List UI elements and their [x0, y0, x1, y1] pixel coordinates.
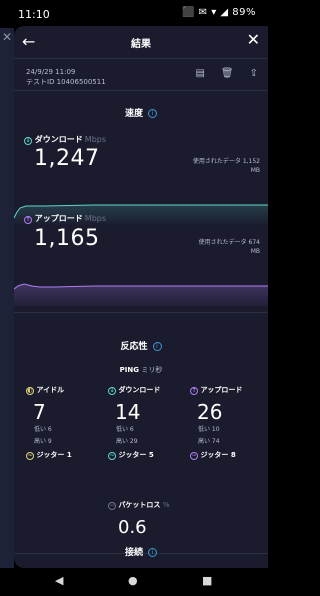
- share-icon[interactable]: ⇪: [250, 68, 258, 79]
- test-meta: 24/9/29 11:09 テストID 10406500511: [26, 67, 106, 87]
- speed-section-title: 速度 i: [14, 106, 268, 119]
- packet-loss-unit: %: [162, 501, 170, 509]
- upload-used-unit: MB: [250, 248, 260, 255]
- upload-label-text: アップロード: [34, 214, 83, 223]
- ping-upload: ↑ アップロード 26 低い 10 高い 74 ~ ジッター 8: [190, 385, 268, 460]
- connection-title-label: 接続: [124, 548, 143, 558]
- results-header: ← 結果 ✕: [14, 26, 268, 58]
- background-close-icon: ✕: [2, 30, 13, 44]
- ping-download-jitter: ~ ジッター 5: [108, 450, 188, 460]
- download-used-value: 1,152: [242, 158, 260, 165]
- jitter-icon: ~: [190, 452, 198, 460]
- upload-arrow-icon: ↑: [24, 216, 32, 224]
- ping-download-label-text: ダウンロード: [118, 386, 161, 394]
- idle-high: 高い 9: [34, 438, 52, 445]
- idle-label: ◐ アイドル: [26, 385, 106, 395]
- battery-percent: 89%: [232, 7, 256, 18]
- ping-download: ↓ ダウンロード 14 低い 6 高い 29 ~ ジッター 5: [108, 385, 188, 460]
- responsiveness-info-icon[interactable]: i: [152, 342, 162, 351]
- document-icon[interactable]: ▤: [195, 68, 204, 79]
- ping-unit: ミリ秒: [141, 366, 163, 374]
- download-used-unit: MB: [250, 167, 260, 174]
- packet-loss-icon: −: [108, 502, 116, 510]
- status-icons: ⬛ ✉ ▾ ◢ 89%: [182, 7, 256, 18]
- results-sheet: ← 結果 ✕ 24/9/29 11:09 テストID 10406500511 ▤…: [14, 26, 268, 568]
- status-system-icons: ⬛ ✉ ▾ ◢: [182, 7, 229, 18]
- ping-download-jitter-text: ジッター 5: [118, 451, 154, 459]
- back-nav-icon[interactable]: ◀: [55, 574, 63, 587]
- close-icon[interactable]: ✕: [247, 30, 260, 49]
- upload-used-label: 使用されたデータ: [198, 239, 247, 246]
- upload-unit: Mbps: [84, 214, 107, 223]
- speed-divider: [14, 312, 268, 313]
- ping-title: PING ミリ秒: [14, 365, 268, 375]
- ping-label: PING: [119, 366, 139, 374]
- ping-upload-jitter-text: ジッター 8: [200, 451, 236, 459]
- ping-upload-label: ↑ アップロード: [190, 385, 268, 395]
- responsiveness-title-label: 反応性: [120, 342, 148, 352]
- ping-download-high: 高い 29: [116, 438, 138, 445]
- page-title: 結果: [131, 39, 151, 50]
- result-actions: ▤ 🗑 ⇪: [195, 68, 258, 79]
- connection-info-icon[interactable]: i: [148, 548, 157, 557]
- upload-used-data: 使用されたデータ 674 MB: [199, 238, 260, 256]
- ping-upload-label-text: アップロード: [200, 386, 243, 394]
- responsiveness-section-title: 反応性 i: [14, 339, 268, 352]
- background-screen: [0, 28, 14, 568]
- test-id: テストID 10406500511: [26, 78, 106, 86]
- home-nav-icon[interactable]: ●: [128, 574, 138, 587]
- ping-download-value: 14: [115, 400, 141, 424]
- download-label: ↓ ダウンロード Mbps: [24, 134, 106, 145]
- recents-nav-icon[interactable]: ■: [202, 574, 212, 587]
- upload-graph: [14, 283, 268, 306]
- trash-icon[interactable]: 🗑: [221, 68, 234, 79]
- jitter-icon: ~: [108, 452, 116, 460]
- download-value: 1,247: [34, 146, 100, 171]
- meta-divider: [14, 90, 268, 91]
- download-label-text: ダウンロード: [34, 135, 83, 144]
- idle-icon: ◐: [26, 387, 34, 395]
- status-time: 11:10: [18, 8, 50, 21]
- system-nav-bar: ◀ ● ■: [0, 568, 268, 596]
- upload-value: 1,165: [34, 226, 100, 251]
- download-arrow-icon: ↓: [24, 137, 32, 145]
- idle-jitter-text: ジッター 1: [36, 451, 72, 459]
- packet-loss-value: 0.6: [118, 517, 147, 538]
- ping-download-low: 低い 6: [116, 426, 134, 433]
- ping-idle: ◐ アイドル 7 低い 6 高い 9 ~ ジッター 1: [26, 385, 106, 460]
- ping-upload-low: 低い 10: [198, 426, 220, 433]
- ping-upload-value: 26: [197, 400, 223, 424]
- status-bar: 11:10 ⬛ ✉ ▾ ◢ 89%: [0, 0, 268, 28]
- ping-upload-jitter: ~ ジッター 8: [190, 450, 268, 460]
- download-unit: Mbps: [84, 135, 107, 144]
- upload-arrow-icon: ↑: [190, 387, 198, 395]
- header-divider: [14, 58, 268, 59]
- download-used-label: 使用されたデータ: [192, 158, 241, 165]
- upload-label: ↑ アップロード Mbps: [24, 213, 106, 224]
- download-arrow-icon: ↓: [108, 387, 116, 395]
- ping-download-label: ↓ ダウンロード: [108, 385, 188, 395]
- connection-section-title: 接続 i: [14, 545, 268, 558]
- idle-low: 低い 6: [34, 426, 52, 433]
- test-datetime: 24/9/29 11:09: [26, 68, 76, 76]
- info-icon[interactable]: i: [148, 109, 157, 118]
- idle-jitter: ~ ジッター 1: [26, 450, 106, 460]
- speed-title-label: 速度: [124, 109, 143, 119]
- idle-label-text: アイドル: [36, 386, 65, 394]
- packet-loss: − パケットロス % 0.6: [108, 500, 208, 538]
- upload-used-value: 674: [248, 239, 260, 246]
- idle-value: 7: [33, 400, 46, 424]
- download-used-data: 使用されたデータ 1,152 MB: [193, 157, 260, 175]
- ping-upload-high: 高い 74: [198, 438, 220, 445]
- packet-loss-label-text: パケットロス: [118, 501, 161, 509]
- jitter-icon: ~: [26, 452, 34, 460]
- packet-loss-label: − パケットロス %: [108, 500, 208, 510]
